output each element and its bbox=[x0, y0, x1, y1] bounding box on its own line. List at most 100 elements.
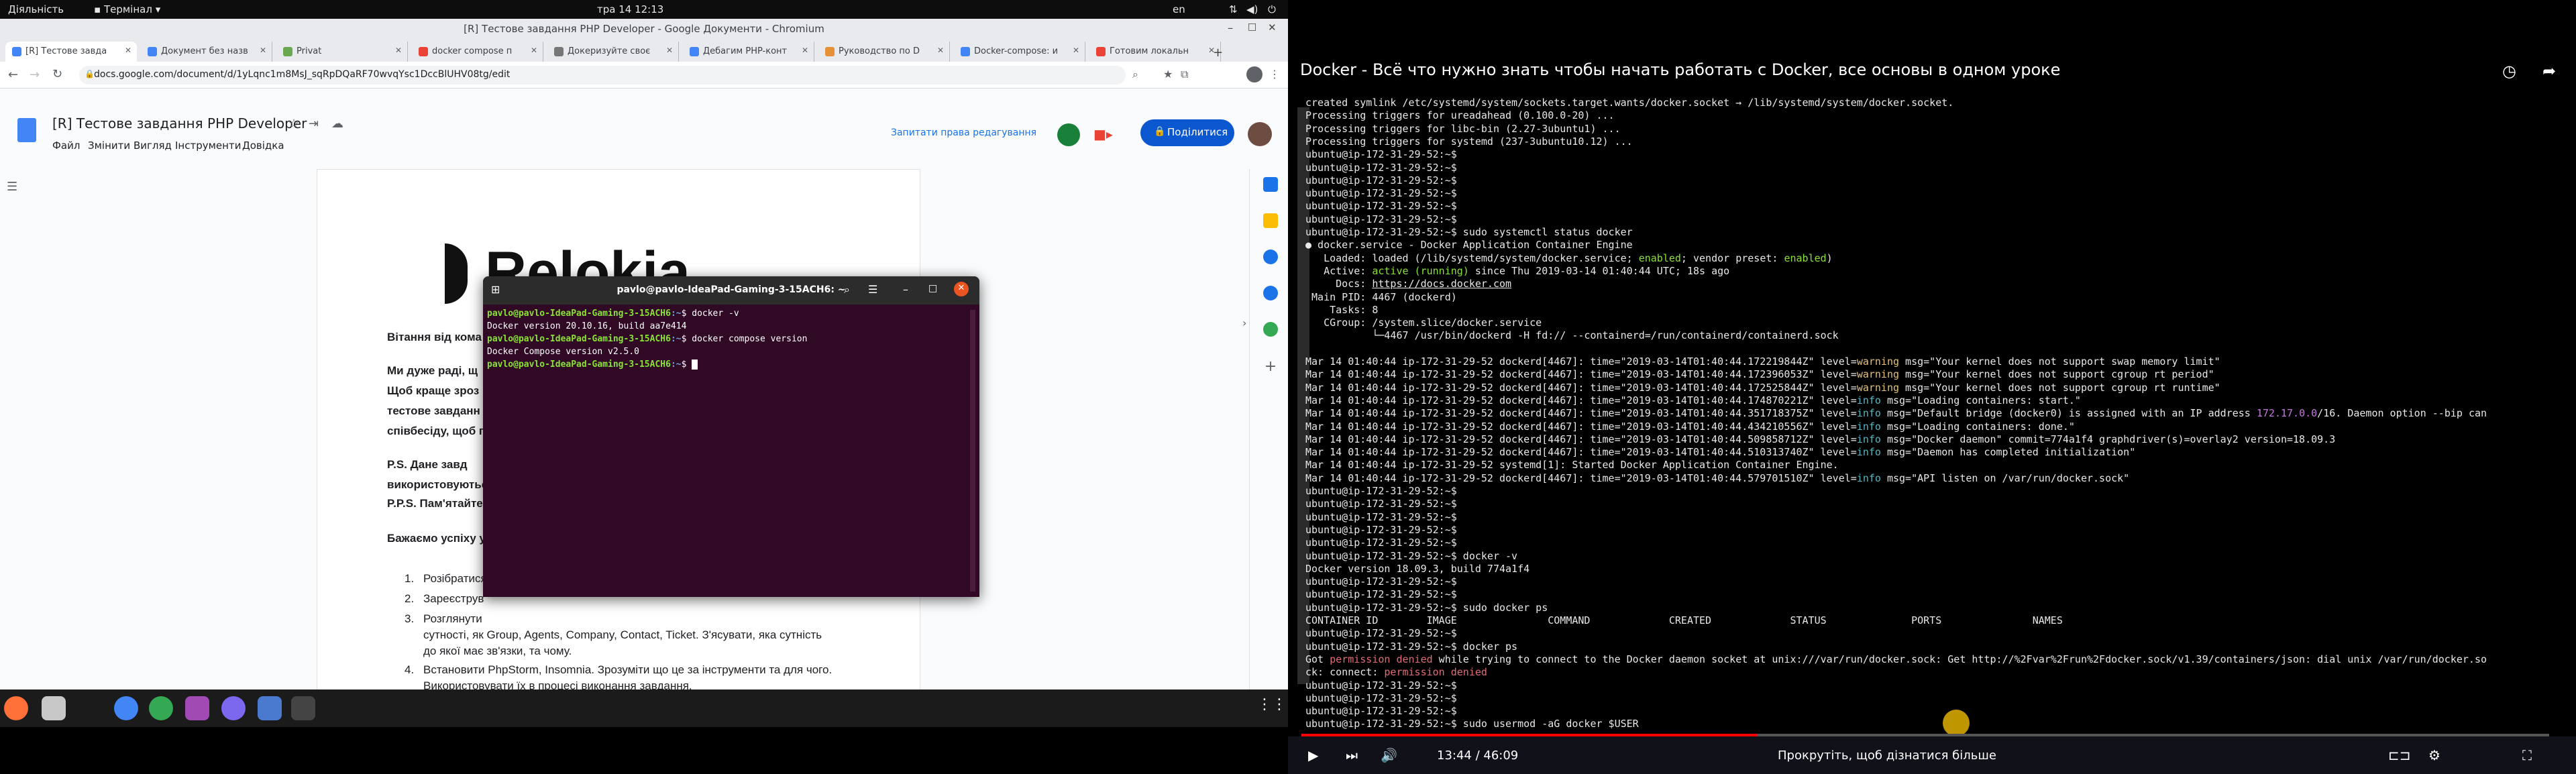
extensions-icon[interactable]: ⧉ bbox=[1181, 68, 1188, 81]
video-time: 13:44 / 46:09 bbox=[1437, 749, 1519, 763]
system-top-bar: Діяльність ▪ Термінал ▾ тра 14 12:13 en … bbox=[0, 0, 1288, 19]
video-terminal-line: ubuntu@ip-172-31-29-52:~$ bbox=[1305, 498, 1457, 510]
volume-video-icon[interactable]: 🔊 bbox=[1381, 747, 1397, 763]
tasks-icon[interactable] bbox=[1263, 250, 1278, 264]
video-player[interactable]: Docker - Всё что нужно знать чтобы начат… bbox=[1288, 54, 2576, 774]
next-icon[interactable]: ⏭ bbox=[1346, 747, 1358, 763]
terminal-menu-icon[interactable]: ☰ bbox=[868, 283, 877, 296]
terminal-search-icon[interactable]: ⌕ bbox=[844, 283, 850, 296]
new-tab-button[interactable]: + bbox=[1213, 46, 1223, 60]
files-icon[interactable] bbox=[42, 696, 66, 720]
tab-label: Докеризуйте своє bbox=[568, 46, 651, 56]
play-icon[interactable]: ▶ bbox=[1308, 747, 1318, 763]
browser-tab[interactable]: [R] Тестове завда ✕ bbox=[5, 42, 137, 62]
terminal-minimize-icon[interactable]: – bbox=[903, 283, 908, 296]
tab-close-icon[interactable]: ✕ bbox=[260, 46, 266, 55]
menu-item[interactable]: Інструменти bbox=[175, 140, 241, 152]
fullscreen-icon[interactable]: ⛶ bbox=[2522, 747, 2532, 763]
phpstorm-icon[interactable] bbox=[185, 696, 209, 720]
docs-logo-icon[interactable] bbox=[17, 118, 36, 142]
move-icon[interactable]: ⇥ bbox=[309, 117, 319, 131]
meet-icon[interactable] bbox=[1057, 123, 1080, 146]
keep-icon[interactable] bbox=[1263, 213, 1278, 228]
app-menu-terminal[interactable]: ▪ Термінал ▾ bbox=[94, 3, 160, 15]
tab-close-icon[interactable]: ✕ bbox=[395, 46, 402, 55]
show-apps-icon[interactable]: ⋮⋮ bbox=[1257, 696, 1287, 720]
tab-close-icon[interactable]: ✕ bbox=[666, 46, 673, 55]
chromium-icon[interactable] bbox=[114, 696, 138, 720]
contacts-icon[interactable] bbox=[1263, 286, 1278, 300]
tab-close-icon[interactable]: ✕ bbox=[125, 46, 131, 55]
terminal-dock-icon[interactable] bbox=[291, 696, 315, 720]
settings-icon[interactable]: ⚙ bbox=[2428, 747, 2440, 763]
video-terminal-line: ubuntu@ip-172-31-29-52:~$ bbox=[1305, 213, 1457, 225]
browser-tab[interactable]: Готовим локальн ✕ bbox=[1089, 42, 1221, 62]
doc-paragraph: використовуютьс bbox=[387, 478, 488, 491]
browser-tab[interactable]: Docker-compose: и ✕ bbox=[954, 42, 1085, 62]
forward-icon[interactable]: → bbox=[30, 68, 40, 82]
watch-later-icon[interactable]: ◷ bbox=[2502, 62, 2516, 80]
volume-icon[interactable]: ◀) bbox=[1246, 3, 1258, 15]
terminal-titlebar[interactable]: ⊞ pavlo@pavlo-IdeaPad-Gaming-3-15ACH6: ~… bbox=[483, 276, 979, 305]
browser-tab[interactable]: Руководство по D ✕ bbox=[818, 42, 950, 62]
terminal-scrollbar[interactable] bbox=[970, 310, 975, 592]
terminal-maximize-icon[interactable]: □ bbox=[928, 283, 937, 294]
activities-button[interactable]: Діяльність bbox=[8, 3, 64, 15]
reload-icon[interactable]: ↻ bbox=[52, 67, 62, 81]
browser-menu-icon[interactable]: ⋮ bbox=[1269, 68, 1280, 80]
app-icon-blue[interactable] bbox=[258, 696, 282, 720]
video-terminal-line: Mar 14 01:40:44 ip-172-31-29-52 systemd[… bbox=[1305, 459, 1839, 472]
video-call-icon[interactable]: ■▸ bbox=[1093, 126, 1113, 142]
maps-icon[interactable] bbox=[1263, 322, 1278, 337]
maximize-icon[interactable]: □ bbox=[1248, 21, 1256, 32]
back-icon[interactable]: ← bbox=[8, 68, 18, 82]
power-icon[interactable]: ⏻ bbox=[1268, 3, 1276, 15]
clock[interactable]: тра 14 12:13 bbox=[597, 3, 663, 15]
outline-icon[interactable]: ☰ bbox=[7, 180, 17, 194]
terminal-app-icon: ▪ bbox=[94, 3, 104, 15]
url-field[interactable]: 🔒 docs.google.com/document/d/1yLqnc1m8Ms… bbox=[79, 66, 1126, 85]
menu-item[interactable]: Довідка bbox=[242, 140, 284, 152]
zoom-icon[interactable]: ⌕ bbox=[1132, 68, 1138, 81]
tab-close-icon[interactable]: ✕ bbox=[802, 46, 808, 55]
menu-item[interactable]: Вигляд bbox=[133, 140, 172, 152]
tab-close-icon[interactable]: ✕ bbox=[531, 46, 537, 55]
insomnia-icon[interactable] bbox=[221, 696, 246, 720]
app-icon-green[interactable] bbox=[149, 696, 173, 720]
relokia-logo-mark bbox=[445, 243, 468, 304]
subtitles-icon[interactable]: ⊏⊐ bbox=[2388, 747, 2411, 763]
scroll-right-icon[interactable]: › bbox=[1242, 317, 1246, 329]
video-terminal-line: Mar 14 01:40:44 ip-172-31-29-52 dockerd[… bbox=[1305, 368, 2214, 381]
calendar-icon[interactable] bbox=[1263, 177, 1278, 192]
terminal-window[interactable]: ⊞ pavlo@pavlo-IdeaPad-Gaming-3-15ACH6: ~… bbox=[483, 276, 979, 597]
menu-item[interactable]: Змінити bbox=[88, 140, 130, 152]
profile-avatar[interactable] bbox=[1246, 66, 1263, 82]
video-title[interactable]: Docker - Всё что нужно знать чтобы начат… bbox=[1300, 60, 2060, 79]
tab-close-icon[interactable]: ✕ bbox=[1073, 46, 1079, 55]
share-video-icon[interactable]: ➦ bbox=[2542, 62, 2556, 80]
language-indicator[interactable]: en bbox=[1173, 3, 1185, 15]
browser-tab[interactable]: docker compose п ✕ bbox=[412, 42, 543, 62]
browser-tab[interactable]: Документ без назв ✕ bbox=[141, 42, 272, 62]
menu-item[interactable]: Файл bbox=[52, 140, 80, 152]
list-item: Встановити PhpStorm, Insomnia. Зрозуміти… bbox=[423, 663, 833, 676]
document-title[interactable]: [R] Тестове завдання PHP Developer bbox=[52, 115, 307, 131]
tab-close-icon[interactable]: ✕ bbox=[937, 46, 944, 55]
firefox-icon[interactable] bbox=[4, 696, 28, 720]
browser-tab[interactable]: Privat ✕ bbox=[276, 42, 408, 62]
close-icon[interactable]: ✕ bbox=[1268, 21, 1277, 34]
minimize-icon[interactable]: – bbox=[1228, 21, 1233, 34]
network-icon[interactable]: ⇅ bbox=[1229, 3, 1238, 15]
bookmark-star-icon[interactable]: ★ bbox=[1163, 68, 1173, 80]
share-button[interactable]: 🔒 Поділитися bbox=[1140, 119, 1234, 146]
cloud-icon[interactable]: ☁ bbox=[331, 117, 343, 131]
add-addon-icon[interactable]: + bbox=[1263, 358, 1278, 375]
video-progress-bar[interactable] bbox=[1301, 734, 2549, 736]
request-edit-access-link[interactable]: Запитати права редагування bbox=[891, 127, 1036, 138]
browser-tab[interactable]: Докеризуйте своє ✕ bbox=[547, 42, 679, 62]
video-terminal-line: ubuntu@ip-172-31-29-52:~$ docker -v bbox=[1305, 549, 1518, 562]
browser-tab[interactable]: Дебагим PHP-конт ✕ bbox=[683, 42, 814, 62]
user-avatar[interactable] bbox=[1248, 122, 1272, 146]
terminal-close-icon[interactable]: ✕ bbox=[954, 282, 969, 296]
star-icon[interactable]: ☆ bbox=[288, 117, 299, 131]
